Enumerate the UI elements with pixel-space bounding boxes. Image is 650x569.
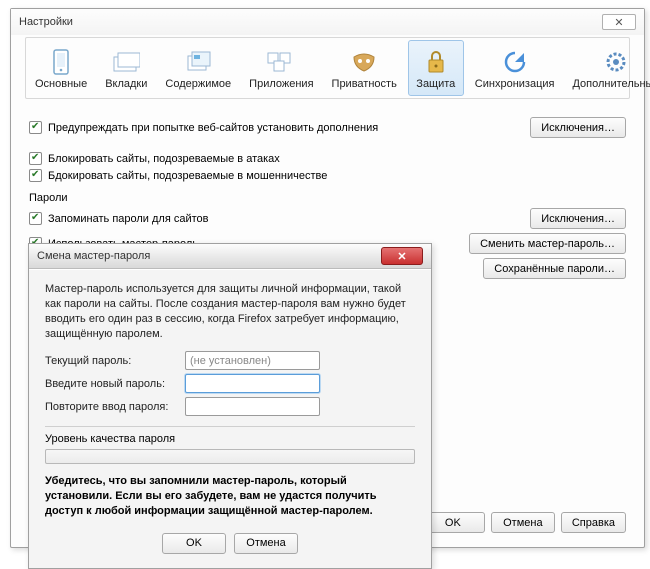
dialog-ok-button[interactable]: OK	[162, 533, 226, 554]
passwords-section-label: Пароли	[29, 192, 626, 204]
saved-passwords-button[interactable]: Сохранённые пароли…	[483, 258, 626, 279]
dialog-description: Мастер-пароль используется для защиты ли…	[45, 282, 415, 341]
tab-advanced[interactable]: Дополнительные	[565, 40, 650, 96]
help-button[interactable]: Справка	[561, 512, 626, 533]
tab-label: Вкладки	[105, 78, 147, 90]
content-icon	[184, 48, 212, 76]
dialog-body: Мастер-пароль используется для защиты ли…	[29, 269, 431, 568]
change-master-button[interactable]: Сменить мастер-пароль…	[469, 233, 626, 254]
tab-label: Синхронизация	[475, 78, 555, 90]
divider	[45, 426, 415, 427]
password-quality-meter	[45, 449, 415, 464]
tab-label: Дополнительные	[572, 78, 650, 90]
passwords-exceptions-button[interactable]: Исключения…	[530, 208, 626, 229]
mask-icon	[350, 48, 378, 76]
tab-label: Приложения	[249, 78, 313, 90]
tab-label: Основные	[35, 78, 87, 90]
label-block-attack: Блокировать сайты, подозреваемые в атака…	[48, 153, 280, 165]
checkbox-warn-install[interactable]	[29, 121, 42, 134]
lock-icon	[422, 48, 450, 76]
tab-label: Содержимое	[165, 78, 231, 90]
sync-icon	[501, 48, 529, 76]
new-password-input[interactable]	[185, 374, 320, 393]
close-icon[interactable]: ✕	[602, 14, 636, 30]
current-password-label: Текущий пароль:	[45, 355, 185, 367]
tab-label: Защита	[416, 78, 455, 90]
label-warn-install: Предупреждать при попытке веб-сайтов уст…	[48, 122, 378, 134]
tabs-icon	[112, 48, 140, 76]
tab-privacy[interactable]: Приватность	[325, 40, 404, 96]
settings-title: Настройки	[19, 16, 73, 28]
new-password-label: Введите новый пароль:	[45, 378, 185, 390]
apps-icon	[267, 48, 295, 76]
addons-exceptions-button[interactable]: Исключения…	[530, 117, 626, 138]
phone-icon	[47, 48, 75, 76]
settings-titlebar: Настройки ✕	[11, 9, 644, 35]
dialog-titlebar: Смена мастер-пароля ✕	[29, 244, 431, 269]
tab-label: Приватность	[332, 78, 397, 90]
close-icon[interactable]: ✕	[381, 247, 423, 265]
change-master-dialog: Смена мастер-пароля ✕ Мастер-пароль испо…	[28, 243, 432, 569]
tab-security[interactable]: Защита	[408, 40, 464, 96]
tab-general[interactable]: Основные	[28, 40, 94, 96]
checkbox-block-fraud[interactable]	[29, 169, 42, 182]
tab-applications[interactable]: Приложения	[242, 40, 320, 96]
checkbox-remember-passwords[interactable]	[29, 212, 42, 225]
settings-toolbar: Основные Вкладки Содержимое Приложения П…	[25, 37, 630, 99]
repeat-password-input[interactable]	[185, 397, 320, 416]
tab-content[interactable]: Содержимое	[158, 40, 238, 96]
dialog-title: Смена мастер-пароля	[37, 250, 150, 262]
tab-tabs[interactable]: Вкладки	[98, 40, 154, 96]
cancel-button[interactable]: Отмена	[491, 512, 555, 533]
repeat-password-label: Повторите ввод пароля:	[45, 401, 185, 413]
label-block-fraud: Бдокировать сайты, подозреваемые в мошен…	[48, 170, 327, 182]
dialog-cancel-button[interactable]: Отмена	[234, 533, 298, 554]
current-password-input[interactable]	[185, 351, 320, 370]
gear-icon	[602, 48, 630, 76]
settings-footer: OK Отмена Справка	[421, 512, 626, 533]
dialog-buttons: OK Отмена	[45, 533, 415, 554]
quality-label: Уровень качества пароля	[45, 433, 415, 445]
tab-sync[interactable]: Синхронизация	[468, 40, 562, 96]
label-remember-passwords: Запоминать пароли для сайтов	[48, 213, 209, 225]
checkbox-block-attack[interactable]	[29, 152, 42, 165]
dialog-warning: Убедитесь, что вы запомнили мастер-парол…	[45, 474, 415, 519]
